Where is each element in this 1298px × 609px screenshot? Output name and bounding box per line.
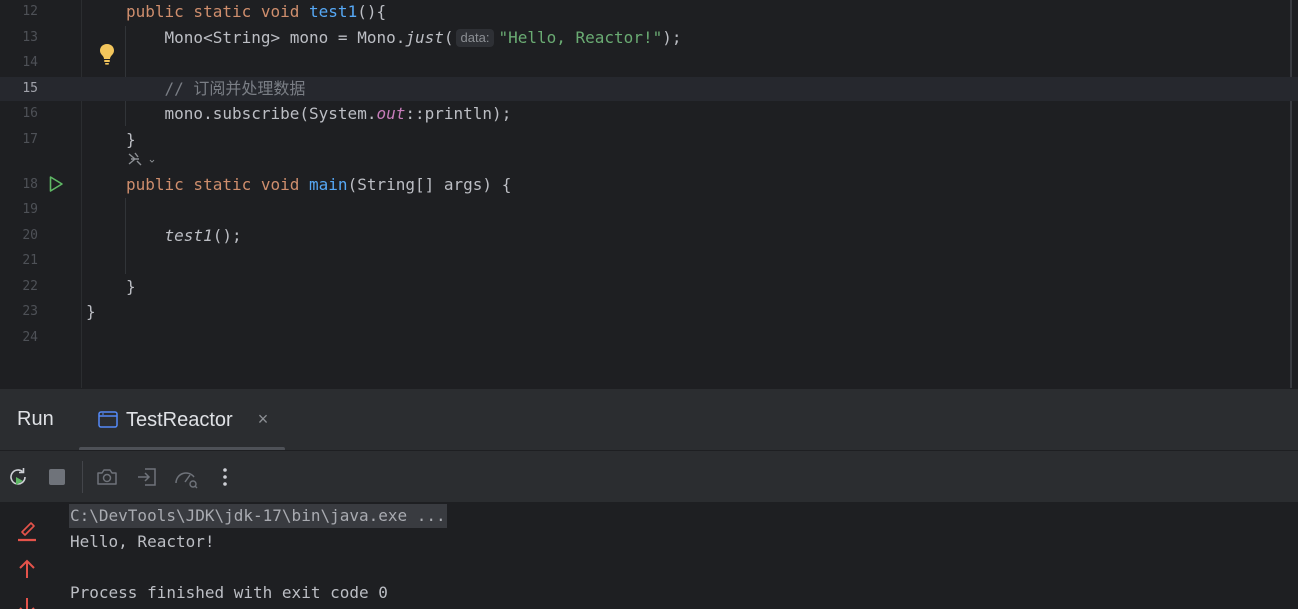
scroll-up-button[interactable] xyxy=(16,558,38,580)
line-number: 15 xyxy=(22,81,38,96)
run-tool-window-header: Run TestReactor × xyxy=(0,388,1298,451)
lightbulb-icon[interactable] xyxy=(98,42,116,66)
code-text[interactable]: public static void main(String[] args) { xyxy=(126,173,511,197)
run-tool-window-title: Run xyxy=(17,408,54,430)
code-token: test1 xyxy=(309,2,358,21)
broom-icon xyxy=(18,522,36,542)
code-token: } xyxy=(86,302,96,321)
stop-icon xyxy=(49,469,65,485)
camera-icon xyxy=(97,469,117,485)
ai-assistant-hint[interactable]: ⌄ xyxy=(126,151,157,169)
code-text[interactable]: test1(); xyxy=(126,224,242,248)
parameter-hint: data: xyxy=(455,29,495,47)
ai-hint-chevron: ⌄ xyxy=(147,153,157,166)
code-text[interactable]: } xyxy=(126,275,136,299)
tab-testreactor[interactable]: TestReactor × xyxy=(79,389,285,451)
console-output-line: Hello, Reactor! xyxy=(70,532,215,551)
code-line[interactable]: 20 test1(); xyxy=(0,224,1298,248)
code-token: out xyxy=(376,104,406,123)
console-side-toolbar xyxy=(0,502,56,609)
code-text[interactable]: public static void test1(){ xyxy=(126,0,386,24)
line-number: 21 xyxy=(22,253,38,268)
rerun-button[interactable] xyxy=(6,465,30,489)
run-main-gutter-icon[interactable] xyxy=(48,175,64,193)
exit-button[interactable] xyxy=(135,465,159,489)
code-token: // 订阅并处理数据 xyxy=(126,79,306,98)
stop-button[interactable] xyxy=(45,465,69,489)
code-token: public static void xyxy=(126,175,310,194)
more-options-button[interactable] xyxy=(213,465,237,489)
sparkle-icon xyxy=(128,152,142,166)
code-token: } xyxy=(126,130,136,149)
code-token: test1 xyxy=(164,226,213,245)
code-token: mono.subscribe(System. xyxy=(126,104,377,123)
tab-label: TestReactor xyxy=(126,409,233,431)
code-text[interactable]: // 订阅并处理数据 xyxy=(126,77,306,101)
line-number: 20 xyxy=(22,228,38,243)
rerun-icon xyxy=(10,468,26,485)
code-text[interactable]: Mono<String> mono = Mono.just(data: "Hell… xyxy=(126,26,681,50)
code-line[interactable]: 14 xyxy=(0,51,1298,75)
code-token: Mono<String> mono = Mono. xyxy=(126,28,406,47)
code-line[interactable]: 17} xyxy=(0,128,1298,152)
code-token: (String[] args) { xyxy=(347,175,512,194)
dump-threads-button[interactable] xyxy=(95,465,119,489)
code-token: (); xyxy=(212,226,242,245)
code-line[interactable]: 18 public static void main(String[] args)… xyxy=(0,173,1298,197)
code-token: } xyxy=(126,277,136,296)
code-text[interactable]: } xyxy=(126,128,136,152)
console-window-icon xyxy=(98,411,118,428)
line-number: 19 xyxy=(22,202,38,217)
code-token: ( xyxy=(443,28,454,47)
code-token: main xyxy=(309,175,348,194)
more-vertical-icon xyxy=(223,468,227,486)
code-token: ::println); xyxy=(405,104,512,123)
code-line[interactable]: 23} xyxy=(0,300,1298,324)
code-line[interactable]: 13 Mono<String> mono = Mono.just(data: "H… xyxy=(0,26,1298,50)
code-line[interactable]: 16 mono.subscribe(System.out::println); xyxy=(0,102,1298,126)
arrow-down-icon xyxy=(19,598,35,609)
scroll-down-button[interactable] xyxy=(16,596,38,609)
code-editor[interactable]: 12 public static void test1(){13 Mono<Str… xyxy=(0,0,1298,388)
line-number: 18 xyxy=(22,177,38,192)
console-exit-line: Process finished with exit code 0 xyxy=(70,583,388,602)
profiler-button[interactable] xyxy=(173,465,198,489)
run-toolbar xyxy=(0,450,1298,502)
code-text[interactable]: } xyxy=(86,300,96,324)
code-token: (){ xyxy=(357,2,387,21)
line-number: 12 xyxy=(22,4,38,19)
line-number: 17 xyxy=(22,132,38,147)
code-token: ); xyxy=(662,28,682,47)
close-icon[interactable]: × xyxy=(255,410,271,428)
code-token: public static void xyxy=(126,2,310,21)
code-token: just xyxy=(405,28,444,47)
code-line[interactable]: 21 xyxy=(0,249,1298,273)
code-line[interactable]: 19 xyxy=(0,198,1298,222)
toolbar-separator xyxy=(82,461,83,493)
console-command-line[interactable]: C:\DevTools\JDK\jdk-17\bin\java.exe ... xyxy=(69,504,447,528)
line-number: 22 xyxy=(22,279,38,294)
exit-icon xyxy=(138,468,156,486)
line-number: 14 xyxy=(22,55,38,70)
code-text[interactable]: mono.subscribe(System.out::println); xyxy=(126,102,512,126)
clear-console-button[interactable] xyxy=(16,520,38,542)
line-number: 13 xyxy=(22,30,38,45)
line-number: 23 xyxy=(22,304,38,319)
code-line[interactable]: 22} xyxy=(0,275,1298,299)
arrow-up-icon xyxy=(19,559,35,578)
gauge-icon xyxy=(175,472,198,489)
code-line[interactable]: 12 public static void test1(){ xyxy=(0,0,1298,24)
run-console[interactable]: C:\DevTools\JDK\jdk-17\bin\java.exe ... … xyxy=(0,502,1298,609)
code-line[interactable]: 15 // 订阅并处理数据 xyxy=(0,77,1298,101)
line-number: 16 xyxy=(22,106,38,121)
code-line[interactable]: 24 xyxy=(0,326,1298,350)
code-token: "Hello, Reactor!" xyxy=(498,28,663,47)
line-number: 24 xyxy=(22,330,38,345)
